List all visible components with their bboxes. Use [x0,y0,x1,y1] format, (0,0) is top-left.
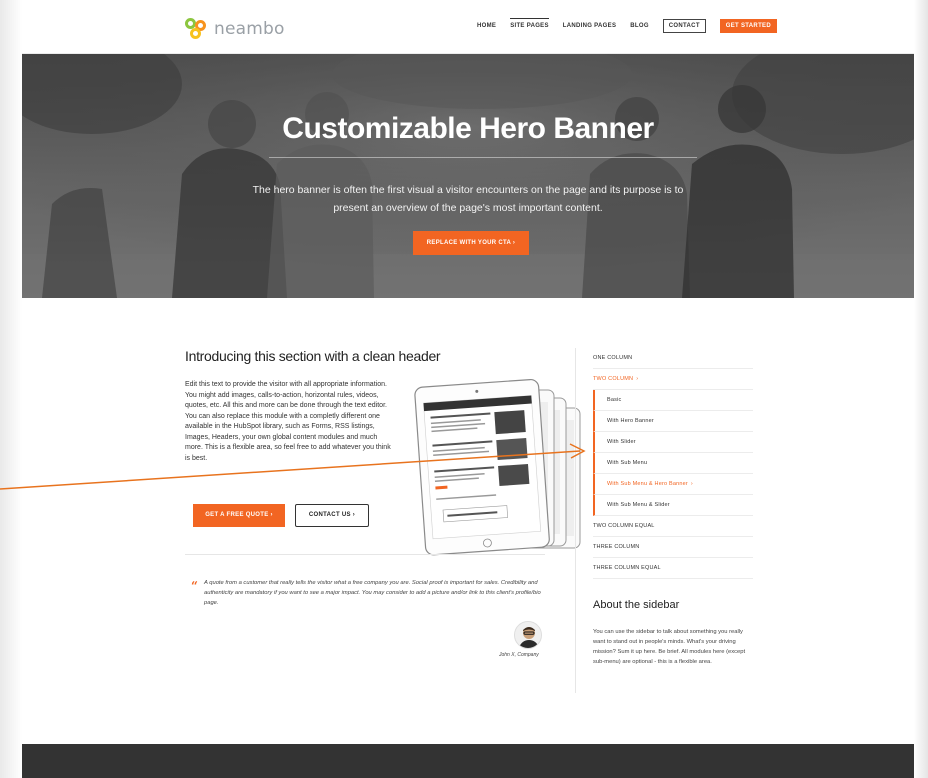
hero-title: Customizable Hero Banner [282,112,654,145]
chevron-right-icon: › [690,481,693,487]
section-body-text: Edit this text to provide the visitor wi… [185,381,391,462]
avatar [514,621,542,649]
sidebar-subitem-sub-menu-slider[interactable]: With Sub Menu & Slider [593,495,753,516]
contact-us-button[interactable]: CONTACT US › [295,504,369,527]
nav-contact-button[interactable]: CONTACT [662,19,706,33]
sidebar-subitem-basic[interactable]: Basic [593,390,753,411]
get-started-button[interactable]: GET STARTED [719,19,777,33]
nav-landing-pages[interactable]: LANDING PAGES [563,23,616,29]
sidebar-subitem-sub-menu-hero-banner[interactable]: With Sub Menu & Hero Banner › [593,474,753,495]
tablet-front [414,378,550,556]
site-footer [22,744,914,778]
logo-text: neambo [214,19,285,39]
nav-site-pages[interactable]: SITE PAGES [510,18,549,29]
sidebar-item-one-column[interactable]: ONE COLUMN [593,348,753,369]
sidebar-item-two-column-equal[interactable]: TWO COLUMN EQUAL [593,516,753,537]
quote-author: John X, Company [499,652,539,658]
hero-divider [269,157,697,158]
sidebar-item-three-column[interactable]: THREE COLUMN [593,537,753,558]
hero-background-image [22,54,914,298]
frame-shadow-left [0,0,22,778]
site-header: neambo HOME SITE PAGES LANDING PAGES BLO… [22,0,914,54]
sidebar-item-label: ONE COLUMN [593,355,633,361]
sidebar-item-label: THREE COLUMN [593,544,640,550]
main-nav: HOME SITE PAGES LANDING PAGES BLOG CONTA… [477,18,777,33]
tablet-mockup-image [414,378,581,556]
avatar-portrait-icon [515,622,541,648]
sidebar-item-label: TWO COLUMN EQUAL [593,523,655,529]
sidebar-subitem-slider[interactable]: With Slider [593,432,753,453]
sidebar-item-label: With Sub Menu [607,460,648,466]
sidebar-item-label: Basic [607,397,622,403]
quote-icon: “ [191,579,198,593]
hero-banner: Customizable Hero Banner The hero banner… [22,54,914,298]
sidebar-divider [575,348,576,693]
sidebar-item-label: THREE COLUMN EQUAL [593,565,661,571]
chevron-right-icon: › [636,376,639,382]
sidebar-item-three-column-equal[interactable]: THREE COLUMN EQUAL [593,558,753,579]
sidebar-item-label: With Sub Menu & Hero Banner [607,481,688,487]
sidebar-item-label: With Hero Banner [607,418,654,424]
sidebar-item-label: TWO COLUMN [593,376,634,382]
sidebar-title: About the sidebar [593,599,680,611]
frame-shadow-right [914,0,928,778]
sidebar-subitem-hero-banner[interactable]: With Hero Banner [593,411,753,432]
website-preview: neambo HOME SITE PAGES LANDING PAGES BLO… [22,0,914,778]
nav-home[interactable]: HOME [477,23,496,29]
sidebar-item-label: With Sub Menu & Slider [607,502,670,508]
get-free-quote-button[interactable]: GET A FREE QUOTE › [193,504,285,527]
hero-text: The hero banner is often the first visua… [252,184,684,214]
nav-blog[interactable]: BLOG [630,23,649,29]
sidebar-item-label: With Slider [607,439,636,445]
sidebar-text: You can use the sidebar to talk about so… [593,629,746,665]
customer-quote: A quote from a customer that really tell… [204,580,541,606]
sidebar-menu: ONE COLUMN TWO COLUMN › Basic With Hero B… [593,348,753,579]
sidebar-subitem-sub-menu[interactable]: With Sub Menu [593,453,753,474]
neambo-logo-icon [185,18,211,40]
section-header: Introducing this section with a clean he… [185,348,441,364]
logo[interactable]: neambo [185,18,285,40]
hero-cta-button[interactable]: REPLACE WITH YOUR CTA › [413,231,529,255]
content-divider [185,554,545,555]
sidebar-item-two-column[interactable]: TWO COLUMN › [593,369,753,390]
